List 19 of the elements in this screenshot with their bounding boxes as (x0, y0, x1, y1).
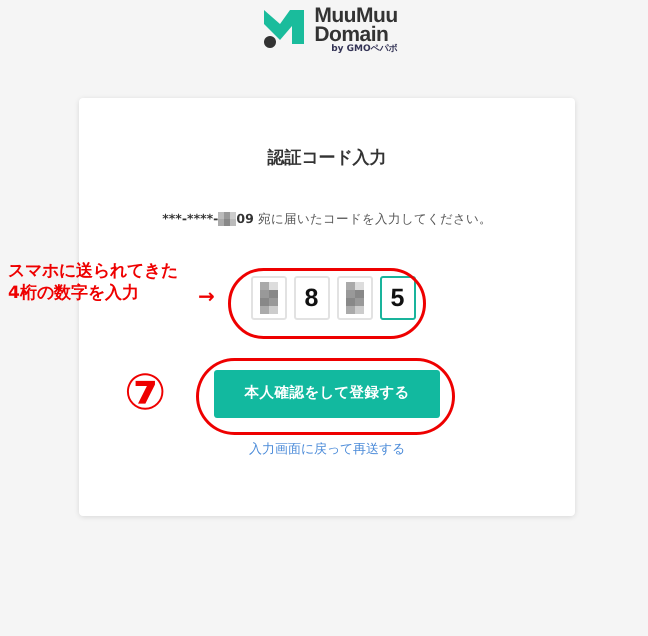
code-input[interactable] (336, 276, 372, 320)
logo-byline: by GMOペパボ (330, 44, 398, 54)
pixelated-digits-icon (218, 212, 236, 226)
card-title: 認証コード入力 (266, 147, 388, 170)
annotation-text: スマホに送られてきた (8, 260, 178, 282)
code-input[interactable] (250, 276, 286, 320)
phone-number-text: 09 (236, 210, 254, 226)
arrow-text: → (198, 283, 215, 310)
logo-text: MuuMuu (314, 6, 398, 24)
resend-link[interactable]: 入力画面に戻って再送する (249, 440, 405, 460)
code-input[interactable]: 8 (294, 276, 330, 320)
logo-text: Domain (314, 24, 388, 44)
pixelated-digit-icon (260, 282, 278, 314)
instruction-text: 宛に届いたコードを入力してください。 (256, 210, 492, 226)
annotation-text: 4桁の数字を入力 (8, 282, 140, 304)
step-number: ⑦ (124, 362, 166, 422)
pixelated-digit-icon (346, 282, 364, 314)
phone-number-text: ***-****- (162, 210, 218, 226)
code-input[interactable]: 5 (380, 276, 416, 320)
